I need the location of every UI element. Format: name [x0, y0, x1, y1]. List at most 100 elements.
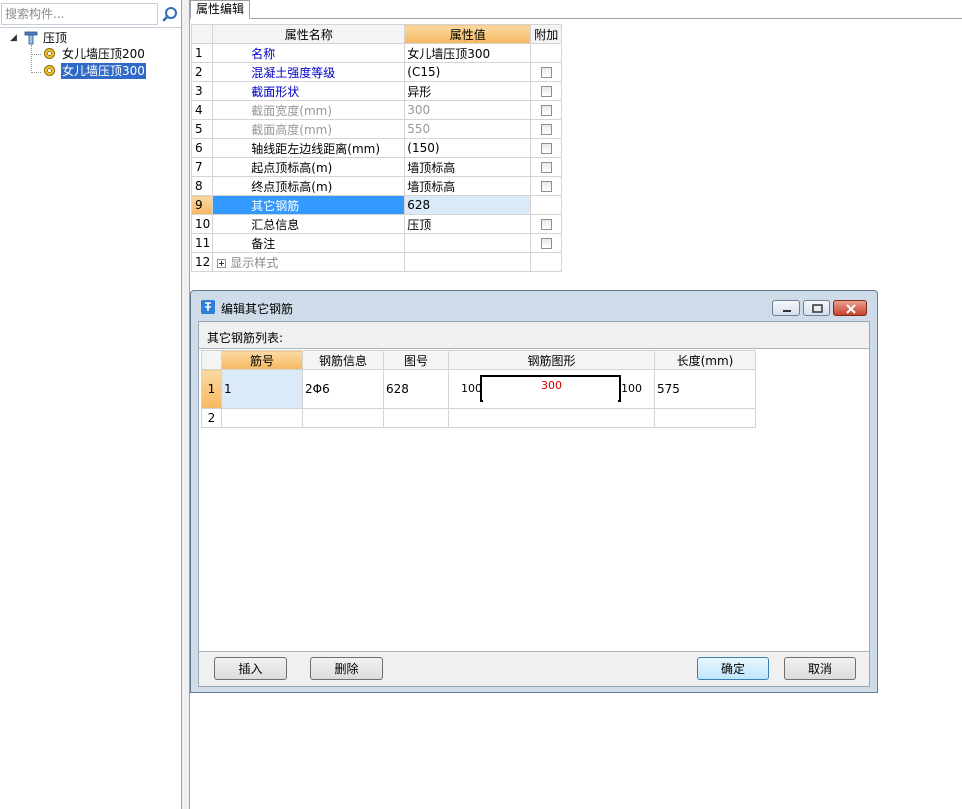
property-name-group: 显示样式: [212, 252, 406, 272]
extra-checkbox[interactable]: [540, 67, 552, 78]
property-name: 截面形状: [212, 81, 406, 101]
property-row[interactable]: 2 混凝土强度等级 (C15): [190, 62, 563, 82]
bar-info-cell[interactable]: 2Φ6: [302, 369, 384, 409]
search-box: [1, 3, 158, 25]
expand-plus-icon[interactable]: [217, 258, 227, 268]
column-header-bar-no[interactable]: 筋号: [221, 350, 303, 370]
extra-cell: [530, 100, 563, 120]
rebar-bend-shape-icon: [480, 375, 621, 402]
bar-no-cell[interactable]: [221, 408, 303, 428]
property-value[interactable]: 压顶: [404, 214, 532, 234]
row-number: 9: [190, 195, 214, 215]
property-name: 终点顶标高(m): [212, 176, 406, 196]
extra-checkbox[interactable]: [540, 143, 552, 154]
rebar-list-label: 其它钢筋列表:: [207, 331, 284, 345]
property-value[interactable]: (C15): [404, 62, 532, 82]
property-name: 名称: [212, 43, 406, 63]
tree-item-child-1[interactable]: 女儿墙压顶200: [0, 46, 180, 62]
minimize-button[interactable]: [772, 300, 800, 316]
fig-no-cell[interactable]: [383, 408, 449, 428]
property-row-selected[interactable]: 9 其它钢筋 628: [190, 195, 563, 215]
maximize-button[interactable]: [803, 300, 830, 316]
property-value[interactable]: 女儿墙压顶300: [404, 43, 532, 63]
extra-cell: [530, 119, 563, 139]
row-number: 2: [201, 408, 222, 428]
column-header-name[interactable]: 属性名称: [212, 24, 406, 44]
rebar-row[interactable]: 2: [201, 408, 756, 428]
dialog-title-bar[interactable]: 编辑其它钢筋: [191, 291, 877, 321]
property-value[interactable]: [404, 233, 532, 253]
rebar-shape: 100 300 100: [449, 370, 654, 408]
search-icon[interactable]: [160, 3, 180, 25]
property-row[interactable]: 6 轴线距左边线距离(mm) (150): [190, 138, 563, 158]
property-name: 汇总信息: [212, 214, 406, 234]
property-row[interactable]: 5 截面高度(mm) 550: [190, 119, 563, 139]
length-cell[interactable]: [654, 408, 756, 428]
extra-cell: [530, 138, 563, 158]
extra-cell: [530, 252, 563, 272]
property-row[interactable]: 10 汇总信息 压顶: [190, 214, 563, 234]
bar-no-cell[interactable]: 1: [221, 369, 303, 409]
cancel-button[interactable]: 取消: [784, 657, 856, 680]
property-value[interactable]: (150): [404, 138, 532, 158]
insert-button[interactable]: 插入: [214, 657, 287, 680]
rebar-row[interactable]: 1 1 2Φ6 628 100 300 100 575: [201, 369, 756, 409]
dialog-body: 其它钢筋列表: 筋号 钢筋信息 图号 钢筋图形 长度(mm) 1 1 2Φ6 6…: [198, 321, 870, 687]
column-header-extra[interactable]: 附加: [530, 24, 563, 44]
length-cell[interactable]: 575: [654, 369, 756, 409]
extra-checkbox[interactable]: [540, 181, 552, 192]
property-value[interactable]: [404, 252, 532, 272]
tree-item-root[interactable]: ◢ 压顶: [0, 30, 180, 46]
extra-checkbox[interactable]: [540, 162, 552, 173]
tab-strip: 属性编辑: [190, 0, 962, 19]
rebar-grid: 筋号 钢筋信息 图号 钢筋图形 长度(mm) 1 1 2Φ6 628 100 3…: [201, 350, 756, 428]
column-header-value[interactable]: 属性值: [404, 24, 532, 44]
column-header-bar-info[interactable]: 钢筋信息: [302, 350, 384, 370]
property-row[interactable]: 12 显示样式: [190, 252, 563, 272]
extra-cell: [530, 157, 563, 177]
column-header-shape[interactable]: 钢筋图形: [448, 350, 655, 370]
extra-checkbox[interactable]: [540, 124, 552, 135]
property-value[interactable]: 550: [404, 119, 532, 139]
property-value[interactable]: 异形: [404, 81, 532, 101]
corner-cell: [190, 24, 214, 44]
property-grid-header: 属性名称 属性值 附加: [190, 24, 563, 44]
tree-item-label: 女儿墙压顶300: [61, 63, 146, 79]
property-value[interactable]: 墙顶标高: [404, 176, 532, 196]
delete-button[interactable]: 删除: [310, 657, 383, 680]
extra-cell: [530, 62, 563, 82]
property-row[interactable]: 1 名称 女儿墙压顶300: [190, 43, 563, 63]
property-row[interactable]: 11 备注: [190, 233, 563, 253]
property-value[interactable]: 628: [404, 195, 532, 215]
property-name: 起点顶标高(m): [212, 157, 406, 177]
tree-item-child-2[interactable]: 女儿墙压顶300: [0, 63, 180, 79]
property-name: 截面高度(mm): [212, 119, 406, 139]
ok-button[interactable]: 确定: [697, 657, 769, 680]
extra-checkbox[interactable]: [540, 86, 552, 97]
extra-checkbox[interactable]: [540, 105, 552, 116]
bar-info-cell[interactable]: [302, 408, 384, 428]
property-row[interactable]: 3 截面形状 异形: [190, 81, 563, 101]
tab-property-edit[interactable]: 属性编辑: [190, 0, 251, 19]
tree-item-label: 压顶: [43, 31, 68, 45]
pane-splitter[interactable]: [181, 0, 190, 809]
rebar-shape-cell[interactable]: [448, 408, 655, 428]
property-row[interactable]: 4 截面宽度(mm) 300: [190, 100, 563, 120]
property-row[interactable]: 8 终点顶标高(m) 墙顶标高: [190, 176, 563, 196]
rebar-shape-cell[interactable]: 100 300 100: [448, 369, 655, 409]
property-row[interactable]: 7 起点顶标高(m) 墙顶标高: [190, 157, 563, 177]
expand-triangle-icon[interactable]: ◢: [10, 30, 17, 46]
extra-checkbox[interactable]: [540, 238, 552, 249]
extra-checkbox[interactable]: [540, 219, 552, 230]
property-value[interactable]: 墙顶标高: [404, 157, 532, 177]
gear-icon: [43, 64, 56, 81]
corner-cell: [201, 350, 222, 370]
close-button[interactable]: [833, 300, 867, 316]
property-grid: 属性名称 属性值 附加 1 名称 女儿墙压顶300 2 混凝土强度等级 (C15…: [190, 24, 563, 272]
fig-no-cell[interactable]: 628: [383, 369, 449, 409]
column-header-fig-no[interactable]: 图号: [383, 350, 449, 370]
property-value[interactable]: 300: [404, 100, 532, 120]
column-header-length[interactable]: 长度(mm): [654, 350, 756, 370]
property-name: 显示样式: [230, 255, 279, 270]
search-input[interactable]: [2, 4, 157, 24]
